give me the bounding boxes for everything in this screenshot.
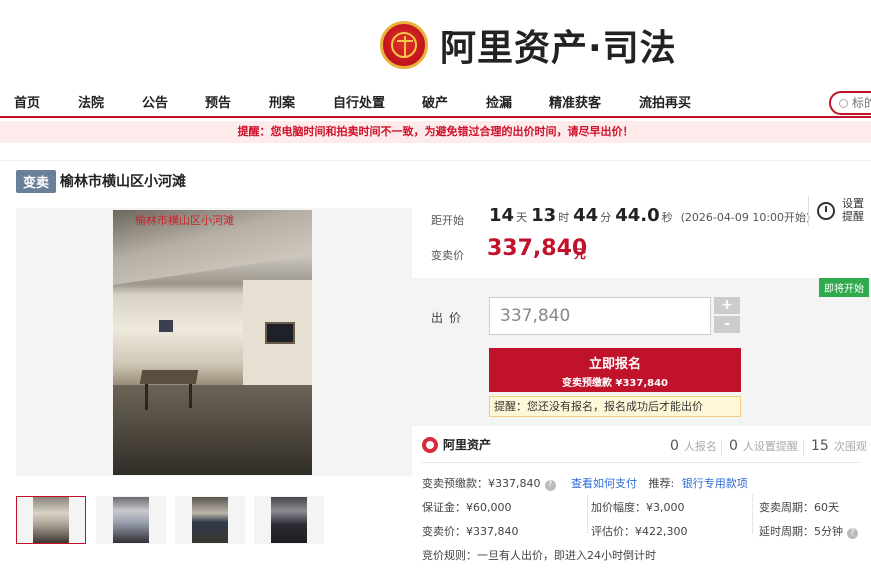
start-time: (2026-04-09 10:00开始) bbox=[680, 211, 811, 224]
countdown-days: 14 bbox=[489, 205, 515, 226]
appraisal-info: 评估价：¥422,300 bbox=[591, 525, 688, 538]
thumbnail-4[interactable] bbox=[254, 496, 324, 544]
sell-price-info: 变卖价：¥337,840 bbox=[422, 525, 519, 538]
nav-item-preview[interactable]: 预告 bbox=[205, 92, 231, 111]
view-count: 15 次围观 bbox=[811, 438, 867, 454]
signup-button[interactable]: 立即报名 变卖预缴款 ¥337,840 bbox=[489, 348, 741, 392]
stat-divider bbox=[721, 440, 722, 456]
nav-item-announcement[interactable]: 公告 bbox=[142, 92, 168, 111]
brand-title: 阿里资产·司法 bbox=[440, 28, 677, 69]
set-reminder-label: 设置提醒 bbox=[842, 197, 864, 223]
price-label: 变卖价 bbox=[431, 249, 464, 262]
signup-count-number: 0 bbox=[670, 438, 679, 454]
thumbnail-3[interactable] bbox=[175, 496, 245, 544]
price-unit: 元 bbox=[574, 247, 587, 261]
nav-item-court[interactable]: 法院 bbox=[78, 92, 104, 111]
view-count-label: 次围观 bbox=[833, 440, 867, 453]
price-value: 337,840 bbox=[487, 236, 588, 261]
platform-logo: 阿里资产 bbox=[422, 436, 491, 453]
how-to-pay-link[interactable]: 查看如何支付 bbox=[571, 477, 637, 490]
nav-item-failed-resale[interactable]: 流拍再买 bbox=[639, 92, 691, 111]
status-badge: 即将开始 bbox=[819, 278, 869, 297]
sale-type-tag: 变卖 bbox=[16, 170, 57, 193]
bank-account-link[interactable]: 银行专用款项 bbox=[682, 477, 748, 490]
item-title: 榆林市横山区小河滩 bbox=[60, 174, 186, 190]
site-logo[interactable]: 阿里资产·司法 bbox=[380, 18, 677, 72]
nav-item-bankruptcy[interactable]: 破产 bbox=[422, 92, 448, 111]
signup-count-label: 人报名 bbox=[683, 440, 717, 453]
nav-item-precise-leads[interactable]: 精准获客 bbox=[549, 92, 601, 111]
divider bbox=[0, 160, 871, 161]
delay-row: 延时周期：5分钟? bbox=[759, 523, 858, 539]
main-nav: 首页 法院 公告 预告 刑案 自行处置 破产 捡漏 精准获客 流拍再买 bbox=[0, 86, 871, 118]
reminder-count: 0 人设置提醒 bbox=[729, 438, 798, 454]
countdown-label: 距开始 bbox=[431, 214, 464, 227]
info-divider bbox=[587, 494, 588, 534]
deposit-text: 变卖预缴款：¥337,840 bbox=[422, 477, 541, 490]
signup-deposit: 变卖预缴款 ¥337,840 bbox=[562, 378, 668, 389]
bidding-rule: 竞价规则：一旦有人出价，即进入24小时倒计时 bbox=[422, 549, 656, 562]
countdown: 14 天 13 时 44 分 44.0 秒 (2026-04-09 10:00开始) bbox=[489, 205, 810, 226]
signup-tip: 提醒：您还没有报名，报名成功后才能出价 bbox=[489, 396, 741, 417]
photo-watermark: 榆林市横山区小河滩 bbox=[135, 214, 234, 227]
ali-asset-icon bbox=[422, 436, 438, 453]
help-icon[interactable]: ? bbox=[847, 528, 858, 539]
help-icon[interactable]: ? bbox=[544, 480, 556, 491]
alarm-clock-icon bbox=[817, 202, 835, 220]
thumbnail-2[interactable] bbox=[96, 496, 166, 544]
unit-minute: 分 bbox=[600, 211, 612, 224]
bid-label: 出价 bbox=[431, 311, 468, 325]
countdown-hours: 13 bbox=[531, 205, 557, 226]
search-input[interactable] bbox=[852, 96, 871, 110]
nav-item-home[interactable]: 首页 bbox=[14, 92, 40, 111]
unit-day: 天 bbox=[516, 211, 528, 224]
unit-second: 秒 bbox=[661, 211, 673, 224]
increment-info: 加价幅度：¥3,000 bbox=[591, 501, 685, 514]
signup-label: 立即报名 bbox=[588, 357, 641, 372]
main-photo[interactable]: 榆林市横山区小河滩 bbox=[113, 210, 312, 475]
delay-info: 延时周期：5分钟 bbox=[759, 525, 843, 538]
search-icon bbox=[839, 98, 848, 108]
thumbnail-1[interactable] bbox=[16, 496, 86, 544]
countdown-seconds: 44.0 bbox=[615, 205, 660, 226]
deposit-row: 变卖预缴款：¥337,840? 查看如何支付 推荐: 银行专用款项 bbox=[422, 475, 748, 491]
time-warning-banner: 提醒：您电脑时间和拍卖时间不一致，为避免错过合理的出价时间，请尽早出价！ bbox=[0, 121, 871, 143]
decrease-button[interactable]: - bbox=[714, 316, 740, 333]
view-count-number: 15 bbox=[811, 438, 829, 454]
divider bbox=[422, 462, 860, 463]
platform-name: 阿里资产 bbox=[443, 438, 492, 452]
bid-amount-input[interactable] bbox=[489, 297, 711, 335]
nav-item-criminal[interactable]: 刑案 bbox=[269, 92, 295, 111]
info-divider bbox=[752, 494, 753, 534]
set-reminder-button[interactable]: 设置提醒 bbox=[808, 196, 864, 226]
court-emblem-icon bbox=[380, 21, 428, 69]
period-info: 变卖周期：60天 bbox=[759, 501, 839, 514]
increase-button[interactable]: + bbox=[714, 297, 740, 314]
signup-count: 0 人报名 bbox=[670, 438, 717, 454]
recommend-label: 推荐: bbox=[648, 477, 675, 490]
reminder-count-label: 人设置提醒 bbox=[742, 440, 798, 453]
stat-divider bbox=[803, 440, 804, 456]
appraisal-row: 评估价：¥422,300 bbox=[591, 523, 688, 539]
unit-hour: 时 bbox=[558, 211, 570, 224]
search-box[interactable] bbox=[829, 91, 871, 115]
countdown-minutes: 44 bbox=[573, 205, 599, 226]
nav-item-self-disposal[interactable]: 自行处置 bbox=[333, 92, 385, 111]
nav-item-bargain[interactable]: 捡漏 bbox=[486, 92, 512, 111]
reminder-count-number: 0 bbox=[729, 438, 738, 454]
bond-info: 保证金：¥60,000 bbox=[422, 501, 512, 514]
